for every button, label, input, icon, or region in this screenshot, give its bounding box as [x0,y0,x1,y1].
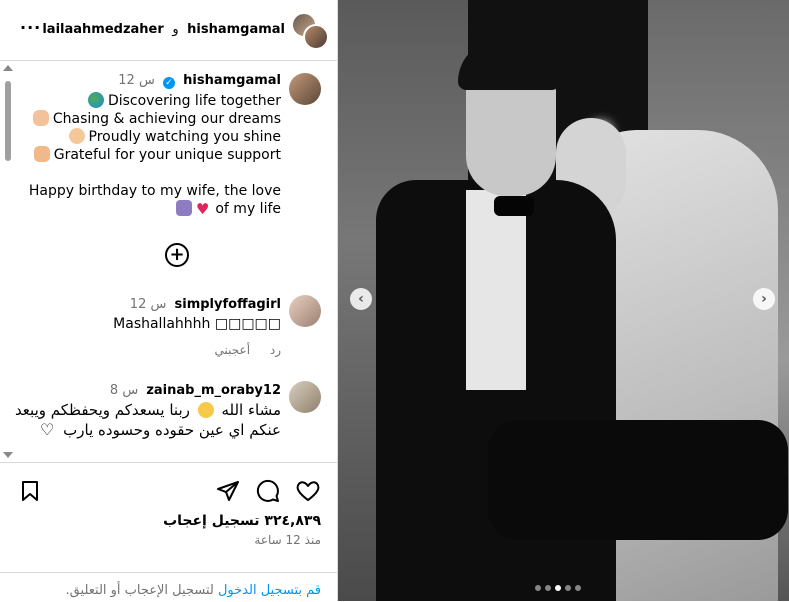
carousel-dot [575,585,581,591]
caption-line: Happy birthday to my wife, the love [28,183,281,199]
smiling-face-emoji-icon [197,402,214,418]
avatar [303,24,329,50]
header-conjunction: و [172,22,179,37]
comment-actions: رد أعجبني [199,343,281,357]
avatar[interactable] [289,73,321,105]
caption-line: Grateful for your unique support [11,146,281,164]
infinity-emoji-icon [175,200,192,216]
reply-button[interactable]: رد [270,343,281,357]
caption-line: ♥ of my life [11,200,281,218]
caption-line [11,164,281,182]
comment-time: 12 س [129,297,167,312]
like-heart-icon[interactable] [296,479,320,503]
share-icon[interactable] [216,479,240,503]
header-username-hisham[interactable]: hishamgamal [187,22,285,37]
scroll-down-icon[interactable] [3,452,13,458]
login-prompt-text: لتسجيل الإعجاب أو التعليق. [65,583,214,598]
red-heart-emoji-icon: ♥ [195,200,210,218]
carousel-prev-arrow-icon[interactable]: ‹ [350,288,372,310]
carousel-dot [545,585,551,591]
more-options-icon[interactable]: ··· [20,18,41,37]
load-more-comments-icon[interactable]: + [165,243,189,267]
carousel-dot [555,585,561,591]
caption-line: Discovering life together [11,92,281,110]
carousel-dot [535,585,541,591]
clap-emoji-icon [68,128,85,144]
comment-time: 8 س [109,383,139,398]
login-link[interactable]: قم بتسجيل الدخول [218,583,321,598]
carousel-next-arrow-icon[interactable]: › [753,288,775,310]
comment-text: مشاء الله ربنا يسعدكم ويحفظكم ويبعد عنكم… [14,401,281,439]
likes-count[interactable]: ٣٢٤,٨٣٩ تسجيل إعجاب [163,513,321,529]
comment-author-line: 12 س simplyfoffagirl [130,297,281,312]
comment-username[interactable]: simplyfoffagirl [175,297,282,312]
comment-author-line: 8 س zainab_m_oraby12 [110,383,281,398]
caption-line: Proudly watching you shine [11,128,281,146]
post-caption: Discovering life together Chasing & achi… [11,92,281,218]
carousel-dot [565,585,571,591]
scroll-up-icon[interactable] [3,65,13,71]
comment-text: Mashallahhhh □□□□□ [113,316,281,332]
muscle-emoji-icon [32,110,49,126]
globe-emoji-icon [87,92,104,108]
post-photo[interactable]: ‹ › [338,0,789,601]
post-time-ago: منذ 12 ساعة [254,533,321,547]
caption-line: Chasing & achieving our dreams [11,110,281,128]
post-actions-footer: ٣٢٤,٨٣٩ تسجيل إعجاب منذ 12 ساعة قم بتسجي… [0,462,337,602]
post-time: 12 س [118,73,155,88]
comment-username[interactable]: zainab_m_oraby12 [146,383,281,398]
heart-outline-icon: ♡ [40,420,55,439]
comment-icon[interactable] [256,479,280,503]
verified-badge-icon: ✓ [162,77,175,89]
post-author-line: 12 س ✓ hishamgamal [118,73,281,89]
pray-emoji-icon [33,146,50,162]
header-avatar-stack[interactable] [291,12,329,50]
carousel-dots [533,576,583,595]
avatar[interactable] [289,295,321,327]
avatar[interactable] [289,381,321,413]
header-username-laila[interactable]: lailaahmedzaher [42,22,163,37]
save-bookmark-icon[interactable] [18,479,42,503]
post-author-username[interactable]: hishamgamal [183,73,281,88]
like-comment-button[interactable]: أعجبني [215,343,250,357]
post-side-panel: ··· lailaahmedzaher و hishamgamal 12 س ✓… [0,0,338,601]
header-usernames: lailaahmedzaher و hishamgamal [42,22,285,37]
comments-scroll-area[interactable]: 12 س ✓ hishamgamal Discovering life toge… [0,61,337,462]
login-prompt: قم بتسجيل الدخول لتسجيل الإعجاب أو التعل… [0,572,337,598]
post-header: ··· lailaahmedzaher و hishamgamal [0,0,337,61]
